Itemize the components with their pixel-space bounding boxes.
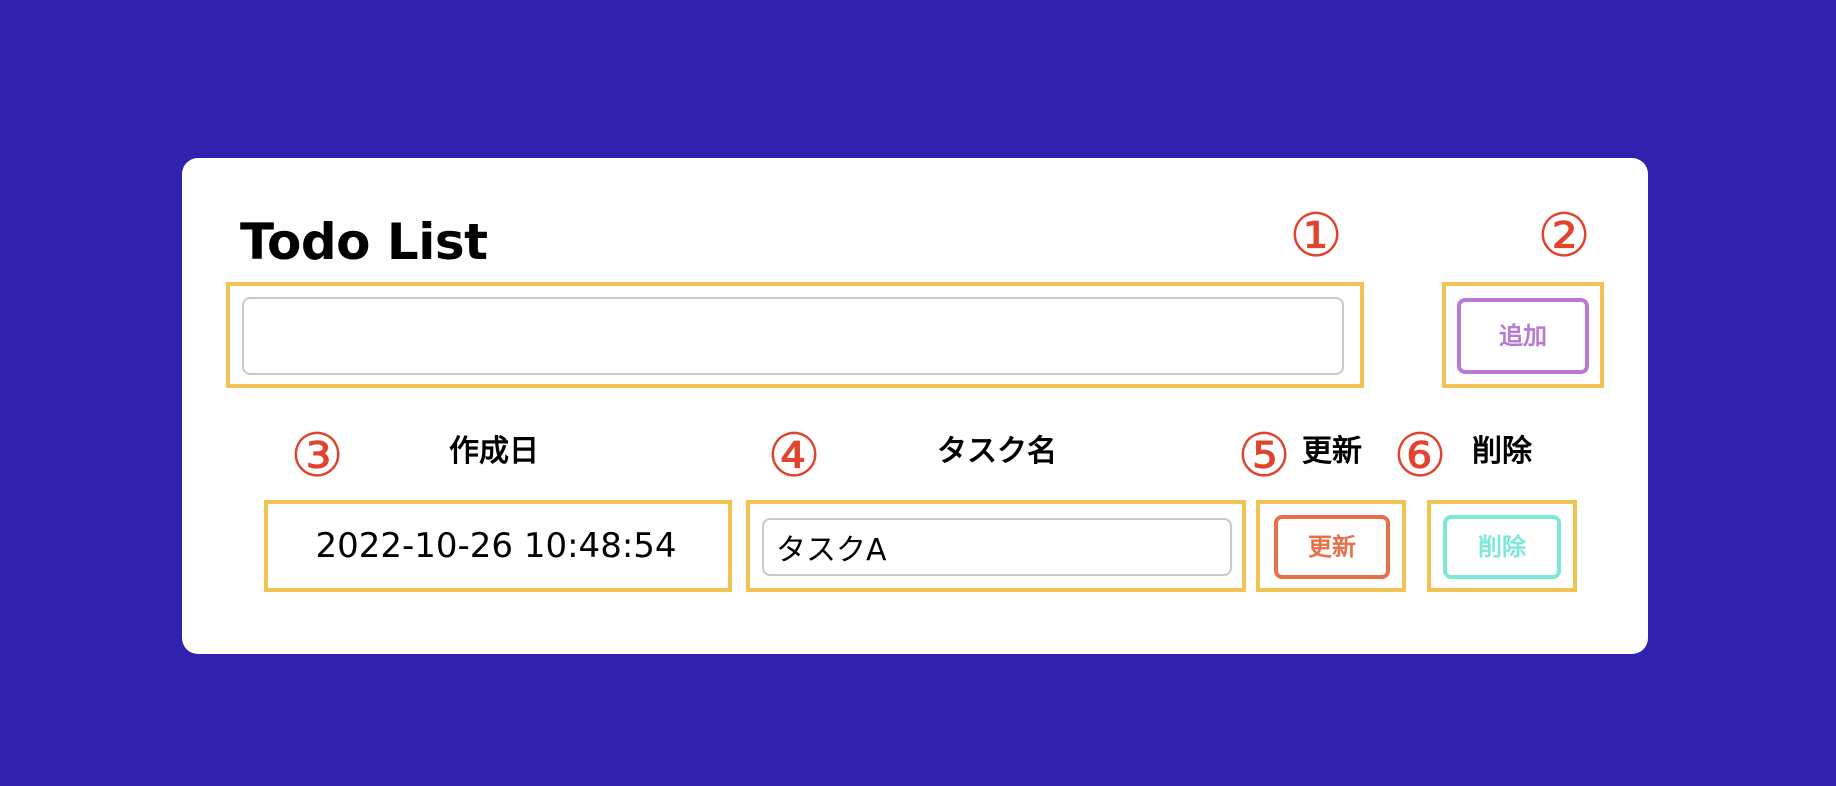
annotation-marker-4: ④	[767, 421, 821, 491]
header-update: 更新	[1302, 434, 1362, 469]
annotation-marker-2: ②	[1537, 201, 1591, 271]
delete-button[interactable]: 削除	[1443, 515, 1561, 579]
annotation-marker-1: ①	[1289, 201, 1343, 271]
header-delete: 削除	[1472, 434, 1532, 469]
update-button[interactable]: 更新	[1274, 515, 1390, 579]
page-title: Todo List	[240, 213, 488, 271]
new-task-input[interactable]	[242, 297, 1344, 375]
annotation-marker-6: ⑥	[1393, 421, 1447, 491]
row-task-name-input[interactable]	[762, 518, 1232, 576]
header-created-date: 作成日	[449, 434, 539, 469]
header-task-name: タスク名	[937, 434, 1057, 469]
annotation-marker-3: ③	[290, 421, 344, 491]
row-created-date: 2022-10-26 10:48:54	[315, 526, 677, 566]
add-button[interactable]: 追加	[1457, 298, 1589, 374]
